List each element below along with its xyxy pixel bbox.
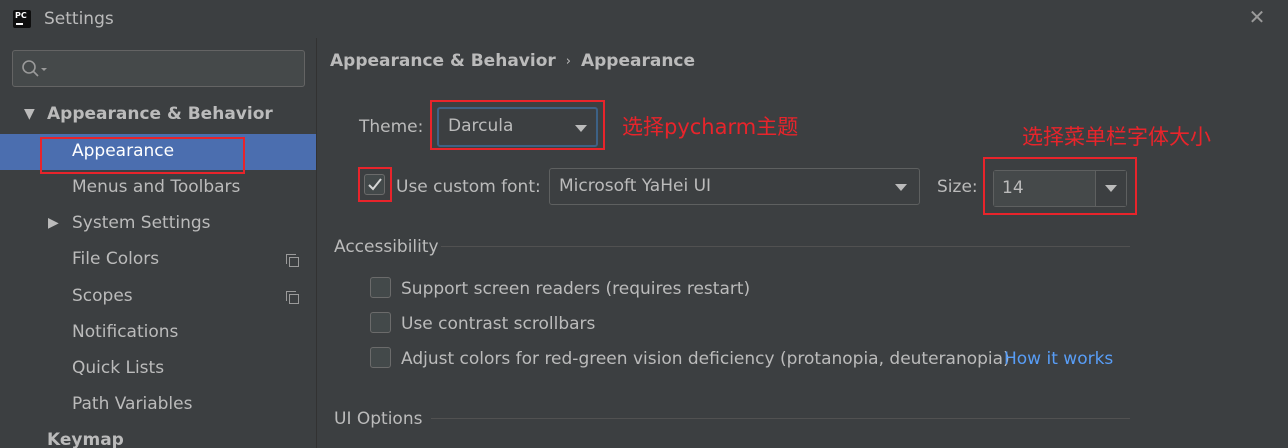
window-title: Settings [44,9,114,29]
sidebar-item-label: System Settings [72,213,211,233]
sidebar-item-scopes[interactable]: Scopes [0,279,316,315]
pycharm-icon: PC [11,8,33,30]
accessibility-section-title: Accessibility [334,237,439,257]
font-value: Microsoft YaHei UI [559,176,712,196]
copy-icon [285,290,299,304]
screen-readers-checkbox[interactable] [370,277,391,298]
theme-label: Theme: [359,117,424,137]
size-label: Size: [937,177,978,197]
sidebar-item-notifications[interactable]: Notifications [0,315,316,351]
sidebar-item-label: File Colors [72,249,160,269]
section-divider [431,418,1130,419]
color-deficiency-checkbox[interactable] [370,347,391,368]
font-dropdown[interactable]: Microsoft YaHei UI [549,168,920,205]
sidebar-item-system-settings[interactable]: ▶ System Settings [0,206,316,242]
sidebar-item-label: Appearance & Behavior [47,104,273,124]
collapsed-arrow-icon[interactable]: ▶ [48,206,59,240]
sidebar-item-path-variables[interactable]: Path Variables [0,387,316,423]
title-bar: PC Settings ✕ [0,0,1288,38]
color-deficiency-label: Adjust colors for red-green vision defic… [401,349,1010,369]
sidebar-item-label: Menus and Toolbars [72,177,241,197]
scrollbar[interactable] [1275,38,1288,448]
sidebar-item-label: Keymap [47,430,124,448]
sidebar-item-label: Notifications [72,322,179,342]
sidebar-item-appearance-behavior[interactable]: ▼ Appearance & Behavior [0,97,316,133]
annotation-box-theme [430,100,605,150]
sidebar-item-label: Scopes [72,286,133,306]
annotation-box-appearance [40,137,245,174]
annotation-theme-note: 选择pycharm主题 [622,115,799,139]
settings-sidebar: ▼ Appearance & Behavior Appearance Menus… [0,38,316,448]
annotation-box-size [983,157,1137,215]
how-it-works-link[interactable]: How it works [1004,349,1113,369]
sidebar-item-menus-toolbars[interactable]: Menus and Toolbars [0,170,316,206]
breadcrumb-parent: Appearance & Behavior [330,51,556,71]
close-icon[interactable]: ✕ [1246,6,1268,28]
search-input[interactable] [12,50,305,87]
annotation-font-note: 选择菜单栏字体大小 [1022,125,1211,149]
search-icon [22,60,47,77]
sidebar-item-keymap[interactable]: Keymap [0,423,316,448]
ui-options-section-title: UI Options [334,409,423,429]
sidebar-item-file-colors[interactable]: File Colors [0,242,316,278]
breadcrumb: Appearance & Behavior › Appearance [330,51,695,71]
breadcrumb-current: Appearance [580,51,696,71]
section-divider [441,246,1130,247]
sidebar-item-label: Path Variables [72,394,193,414]
contrast-scrollbars-label: Use contrast scrollbars [401,314,596,334]
breadcrumb-separator: › [565,54,571,69]
screen-readers-label: Support screen readers (requires restart… [401,279,751,299]
expanded-arrow-icon[interactable]: ▼ [24,97,35,131]
use-custom-font-label: Use custom font: [396,177,541,197]
sidebar-item-label: Quick Lists [72,358,165,378]
contrast-scrollbars-checkbox[interactable] [370,312,391,333]
copy-icon [285,253,299,267]
sidebar-item-quick-lists[interactable]: Quick Lists [0,351,316,387]
annotation-box-checkbox [358,167,392,202]
chevron-down-icon [895,184,907,191]
